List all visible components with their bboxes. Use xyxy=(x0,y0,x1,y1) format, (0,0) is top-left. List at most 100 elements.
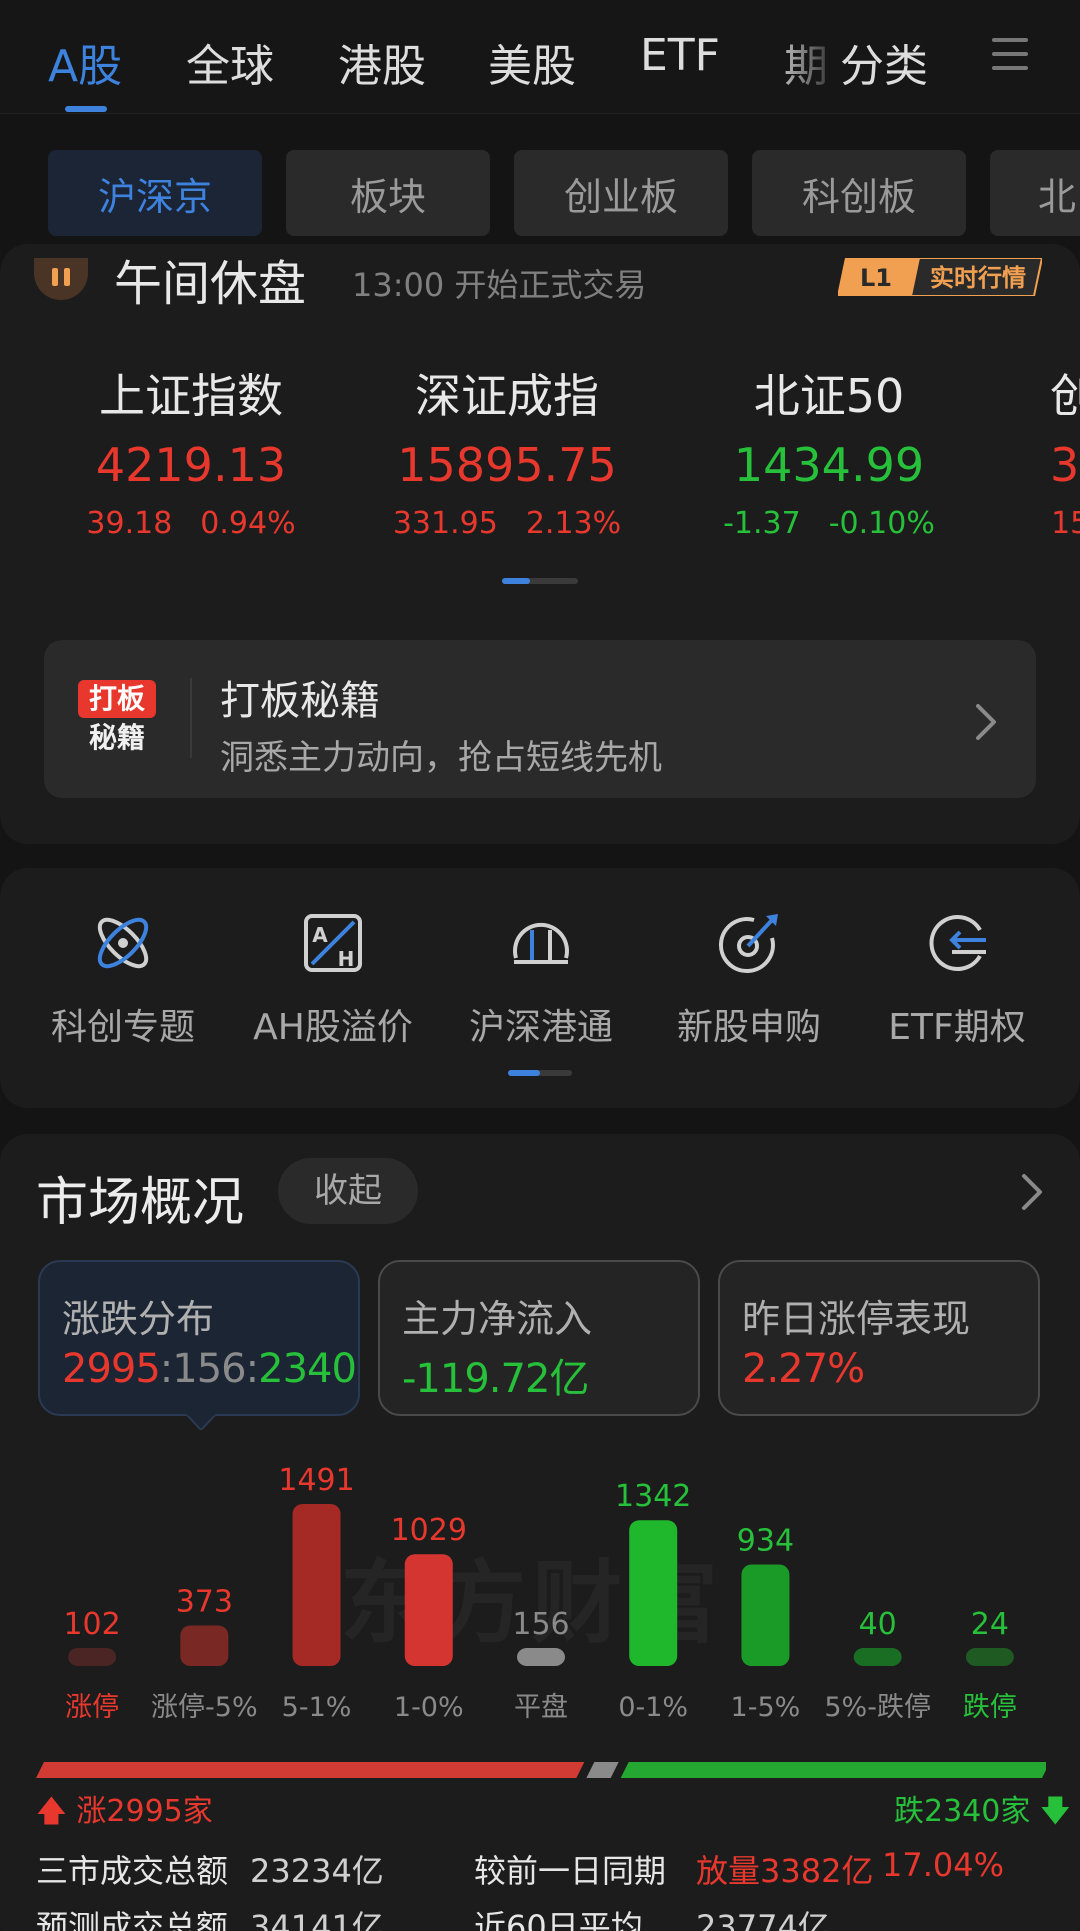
card-label: 昨日涨停表现 xyxy=(742,1297,971,1341)
index-shanghai[interactable]: 上证指数 4219.13 39.18 0.94% xyxy=(46,360,336,541)
shortcut-ipo[interactable]: 新股申购 xyxy=(644,908,854,1050)
tab-us[interactable]: 美股 xyxy=(488,30,576,94)
svg-text:H: H xyxy=(338,947,355,971)
shortcut-star-topic[interactable]: 科创专题 xyxy=(18,908,228,1050)
bar-7 xyxy=(853,1648,902,1666)
status-note: 开始正式交易 xyxy=(454,266,647,304)
index-value: 4219.13 xyxy=(95,438,287,492)
card-main-net-inflow[interactable]: 主力净流入 -119.72亿 xyxy=(378,1260,700,1416)
shortcut-connect[interactable]: 沪深港通 xyxy=(436,908,646,1050)
index-name: 深证成指 xyxy=(415,369,599,423)
menu-icon[interactable] xyxy=(992,38,1028,72)
market-tabs: A股 全球 港股 美股 ETF 期 分类 xyxy=(0,0,1080,114)
stat-value: 23774亿 xyxy=(696,1908,830,1931)
index-change-pct: -0.10% xyxy=(828,506,935,541)
collapse-button[interactable]: 收起 xyxy=(278,1158,418,1224)
tab-etf[interactable]: ETF xyxy=(640,30,720,81)
index-change-abs: -1.37 xyxy=(723,506,801,541)
status-time: 13:00 开始正式交易 xyxy=(352,260,646,306)
bar-8 xyxy=(965,1648,1014,1666)
category-tick-label: 0-1% xyxy=(618,1692,688,1723)
bar-value-label: 1342 xyxy=(615,1479,691,1514)
index-value: 1434.99 xyxy=(733,438,925,492)
down-total-text: 跌2340家 xyxy=(894,1794,1031,1829)
status-time-value: 13:00 xyxy=(352,266,445,304)
index-change-pct: 0.94% xyxy=(200,506,296,541)
bar-value-label: 24 xyxy=(971,1607,1009,1642)
promo-title: 打板秘籍 xyxy=(220,678,380,724)
index-change: -1.37 -0.10% xyxy=(684,506,974,541)
chevron-right-icon[interactable] xyxy=(1020,1172,1044,1212)
card-yesterday-limit-up[interactable]: 昨日涨停表现 2.27% xyxy=(718,1260,1040,1416)
category-tick-label: 1-0% xyxy=(394,1692,464,1723)
realtime-badge-label: 实时行情 xyxy=(930,264,1026,292)
swap-icon xyxy=(929,915,986,971)
down-count: 2340 xyxy=(258,1346,357,1392)
down-segment xyxy=(620,1762,1046,1778)
ah-icon: A H xyxy=(304,914,362,972)
index-shenzhen[interactable]: 深证成指 15895.75 331.95 2.13% xyxy=(362,360,652,541)
chip-shenzhen-shanghai-beijing[interactable]: 沪深京 xyxy=(48,150,262,236)
index-bse50[interactable]: 北证50 1434.99 -1.37 -0.10% xyxy=(684,360,974,541)
down-total-label: 跌2340家 🡇 xyxy=(894,1786,1071,1840)
tab-fade xyxy=(770,0,850,110)
card-label: 主力净流入 xyxy=(402,1297,593,1341)
chip-star-market[interactable]: 科创板 xyxy=(752,150,966,236)
index-change: 39.18 0.94% xyxy=(46,506,336,541)
card-up-down-distribution[interactable]: 涨跌分布 2995:156:2340 xyxy=(38,1260,360,1416)
chip-beijing[interactable]: 北 xyxy=(990,150,1080,236)
card-value: 2.27% xyxy=(742,1346,865,1392)
index-pager xyxy=(502,578,578,584)
index-value: 3 xyxy=(1050,438,1080,492)
stat-value: 放量3382亿 xyxy=(696,1852,874,1890)
board-tabs: 沪深京 板块 创业板 科创板 北 xyxy=(0,150,1080,238)
svg-text:A: A xyxy=(312,923,328,947)
bar-value-label: 40 xyxy=(859,1607,897,1642)
realtime-badge[interactable]: L1 实时行情 xyxy=(838,258,1042,296)
card-pointer xyxy=(186,1414,216,1430)
index-name: 上证指数 xyxy=(99,369,283,423)
tab-global[interactable]: 全球 xyxy=(186,30,274,94)
chip-chinext[interactable]: 创业板 xyxy=(514,150,728,236)
category-tick-label: 平盘 xyxy=(514,1692,568,1723)
arrow-up-icon: 🡅 xyxy=(36,1794,67,1829)
promo-subtitle: 洞悉主力动向，抢占短线先机 xyxy=(220,738,662,778)
bar-6 xyxy=(741,1564,790,1666)
promo-banner[interactable]: 打板 秘籍 打板秘籍 洞悉主力动向，抢占短线先机 xyxy=(44,640,1036,798)
index-name: 创 xyxy=(1050,369,1080,423)
stat-value: 34141亿 xyxy=(250,1908,384,1931)
index-chinext-partial[interactable]: 创 3 115 xyxy=(1050,360,1080,540)
up-count: 2995 xyxy=(62,1346,161,1392)
tab-category[interactable]: 分类 xyxy=(840,30,928,94)
up-total-label: 🡅 涨2995家 xyxy=(36,1786,213,1840)
shortcut-etf-options[interactable]: ETF期权 xyxy=(852,908,1062,1050)
up-down-split-bar xyxy=(36,1762,1046,1778)
stat-label: 近60日平均 xyxy=(474,1908,643,1931)
chip-sectors[interactable]: 板块 xyxy=(286,150,490,236)
ratio-separator: : xyxy=(245,1346,260,1392)
atom-icon xyxy=(97,917,149,969)
card-label: 涨跌分布 xyxy=(62,1297,215,1341)
category-tick-label: 1-5% xyxy=(731,1692,801,1723)
promo-logo-top: 打板 xyxy=(78,680,156,718)
target-icon xyxy=(719,914,778,973)
promo-logo: 打板 秘籍 xyxy=(78,680,156,760)
stat-pct: 17.04% xyxy=(882,1846,1005,1884)
ratio-separator: : xyxy=(159,1346,174,1392)
category-tick-label: 5%-跌停 xyxy=(824,1692,931,1723)
index-change: 115 xyxy=(1050,506,1080,540)
tab-hk[interactable]: 港股 xyxy=(338,30,426,94)
up-segment xyxy=(36,1762,585,1778)
stat-label: 预测成交总额 xyxy=(36,1908,229,1931)
index-change-abs: 331.95 xyxy=(392,506,498,541)
bar-value-label: 1029 xyxy=(391,1513,467,1548)
shortcuts-pager xyxy=(508,1070,572,1076)
shortcut-ah-premium[interactable]: A H AH股溢价 xyxy=(228,908,438,1050)
active-tab-indicator xyxy=(65,106,107,112)
up-total-text: 涨2995家 xyxy=(76,1794,213,1829)
tab-a-shares[interactable]: A股 xyxy=(48,30,122,94)
shortcut-label: 新股申购 xyxy=(676,1007,821,1048)
card-value: 2995:156:2340 xyxy=(62,1346,357,1392)
promo-logo-bottom: 秘籍 xyxy=(88,721,145,754)
distribution-chart: 102 涨停 373 涨停-5% 1491 5-1% 1029 1-0% 156 平盘 1342 0-… xyxy=(63,1463,1016,1723)
